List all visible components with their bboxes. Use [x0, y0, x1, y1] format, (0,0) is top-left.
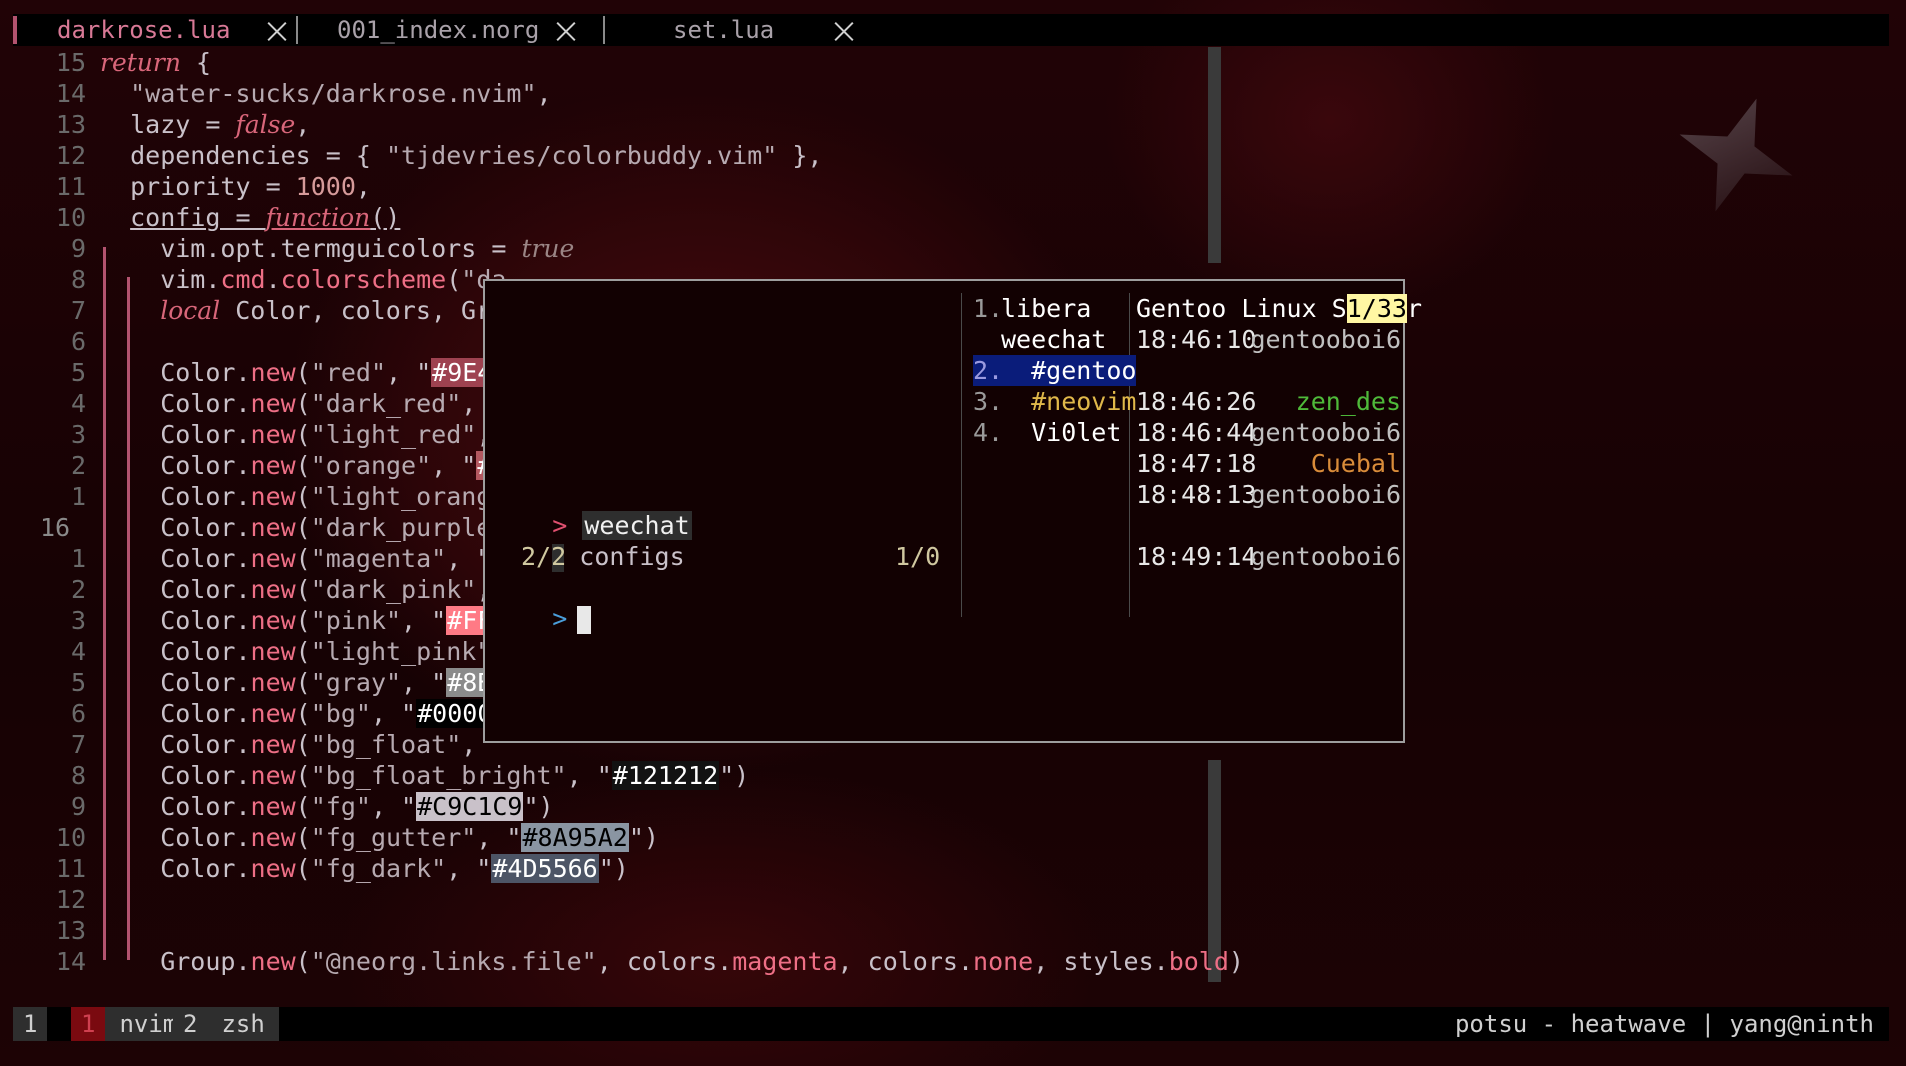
editor-tabbar: darkrose.lua 001_index.norg set.lua — [13, 14, 1889, 46]
code-text: Color.new("light_pink", — [100, 637, 506, 666]
line-number: 7 — [70, 730, 86, 759]
window-zsh[interactable]: 2 zsh — [173, 1007, 279, 1041]
weechat-message: 18:48:13 gentooboi6 — [1136, 480, 1401, 509]
weechat-message: 18:46:10 gentooboi6 — [1136, 325, 1401, 354]
weechat-message: 18:46:26 zen_des — [1136, 387, 1401, 416]
code-text: Color.new("magenta", "# — [100, 543, 509, 574]
preview-divider — [961, 293, 962, 617]
line-number: 3 — [70, 420, 86, 449]
line-number: 3 — [70, 606, 86, 635]
line-number: 4 — [70, 389, 86, 418]
code-text: Color.new("dark_red", " — [100, 389, 506, 418]
close-icon[interactable] — [264, 14, 290, 46]
code-text: Color.new("bg", "#00000 — [100, 699, 509, 728]
line-number: 1 — [70, 482, 86, 511]
code-text: return { — [100, 48, 212, 77]
prompt-icon: > — [552, 604, 568, 633]
code-text: Color.new("bg_float_bright", "#121212") — [100, 761, 750, 790]
line-number: 14 — [55, 79, 86, 108]
line-number: 5 — [70, 358, 86, 387]
list-item[interactable]: configs — [492, 510, 685, 572]
code-text: Group.new("@neorg.links.file", colors.ma… — [100, 947, 1244, 976]
line-number: 6 — [70, 699, 86, 728]
code-text: config = function() — [130, 203, 401, 232]
line-number: 8 — [70, 761, 86, 790]
line-number: 11 — [55, 172, 86, 201]
code-text: Color.new("dark_pink", — [100, 575, 491, 604]
match-counter: 2/2 — [521, 542, 567, 571]
weechat-message: 18:47:18 Cuebal — [1136, 449, 1401, 478]
code-text: vim.cmd.colorscheme("da — [100, 265, 506, 294]
weechat-buffer-item[interactable]: 1.libera — [973, 293, 1091, 324]
line-number: 2 — [70, 451, 86, 480]
wallpaper-star-shape — [1659, 78, 1813, 232]
weechat-buffer-item[interactable]: 2. #gentoo — [973, 355, 1137, 386]
code-text: Color.new("fg_dark", "#4D5566") — [100, 854, 629, 883]
weechat-title: Gentoo Linux S1/33r — [1136, 294, 1422, 323]
session-indicator: 1 — [13, 1007, 48, 1041]
tab-001-index-norg[interactable]: 001_index.norg — [337, 14, 539, 46]
weechat-buffer-item[interactable]: weechat — [973, 324, 1106, 355]
line-number: 7 — [70, 296, 86, 325]
tab-separator — [603, 16, 605, 44]
tab-set-lua[interactable]: set.lua — [673, 14, 774, 46]
code-text: Color.new("red", "#9E42 — [100, 358, 509, 387]
close-icon[interactable] — [553, 14, 579, 46]
close-icon[interactable] — [831, 14, 857, 46]
line-number: 5 — [70, 668, 86, 697]
preview-counter: 1/0 — [895, 542, 941, 571]
line-number: 4 — [70, 637, 86, 666]
editor-scrollbar[interactable] — [1208, 47, 1221, 263]
line-number: 12 — [55, 885, 86, 914]
tmux-statusbar: 1 1 nvim 2 zsh potsu - heatwave | yang@nin… — [13, 1007, 1889, 1041]
search-input[interactable]: > — [492, 572, 592, 634]
tab-darkrose-lua[interactable]: darkrose.lua — [57, 14, 230, 46]
weechat-buffer-item[interactable]: 4. Vi0let — [973, 417, 1121, 448]
line-number: 15 — [55, 48, 86, 77]
line-number: 13 — [55, 110, 86, 139]
code-text: Color.new("orange", "#A — [100, 450, 509, 481]
weechat-message: 18:46:44 gentooboi6 — [1136, 418, 1401, 447]
code-text: Color.new("fg_gutter", "#8A95A2") — [100, 823, 659, 852]
code-text: vim.opt.termguicolors = true — [100, 234, 575, 263]
line-number: 8 — [70, 265, 86, 294]
code-text: Color.new("light_red", — [100, 420, 491, 449]
code-text: Color.new("bg_float", " — [100, 730, 507, 759]
weechat-message: 18:49:14 gentooboi6 — [1136, 542, 1401, 571]
line-number: 16 — [40, 513, 71, 542]
line-number: 9 — [70, 792, 86, 821]
status-right: potsu - heatwave | yang@ninth — [1454, 1010, 1874, 1038]
active-tab-indicator — [13, 16, 17, 44]
line-number: 2 — [70, 575, 86, 604]
code-text: Color.new("fg", "#C9C1C9") — [100, 792, 554, 821]
code-text: Color.new("pink", "#FF7 — [100, 606, 509, 635]
line-number: 1 — [70, 544, 86, 573]
line-number: 13 — [55, 916, 86, 945]
code-text: "water-sucks/darkrose.nvim", — [130, 79, 552, 108]
line-number: 6 — [70, 327, 86, 356]
line-number: 14 — [55, 947, 86, 976]
weechat-buffer-item[interactable]: 3. #neovim — [973, 386, 1136, 417]
code-text: Color.new("dark_purple" — [100, 513, 507, 542]
code-text: lazy = false, — [100, 110, 311, 139]
line-number: 12 — [55, 141, 86, 170]
line-number: 9 — [70, 234, 86, 263]
line-number: 11 — [55, 854, 86, 883]
buffer-divider — [1129, 293, 1130, 617]
code-text: local Color, colors, Gr — [160, 296, 492, 325]
list-item[interactable]: > weechat — [492, 479, 692, 540]
line-number: 10 — [55, 203, 86, 232]
code-text: priority = 1000, — [100, 172, 371, 201]
line-number: 10 — [55, 823, 86, 852]
tab-separator — [296, 16, 298, 44]
code-text: Color.new("gray", "#8B8 — [100, 668, 509, 697]
code-text: dependencies = { "tjdevries/colorbuddy.v… — [100, 141, 823, 170]
text-cursor — [577, 606, 592, 634]
session-picker-popup[interactable]: > weechat configs 2/2 > 1/0 1.libera weec… — [483, 279, 1422, 743]
list-item-label: configs — [579, 542, 685, 571]
code-text: Color.new("light_orange — [100, 482, 507, 511]
